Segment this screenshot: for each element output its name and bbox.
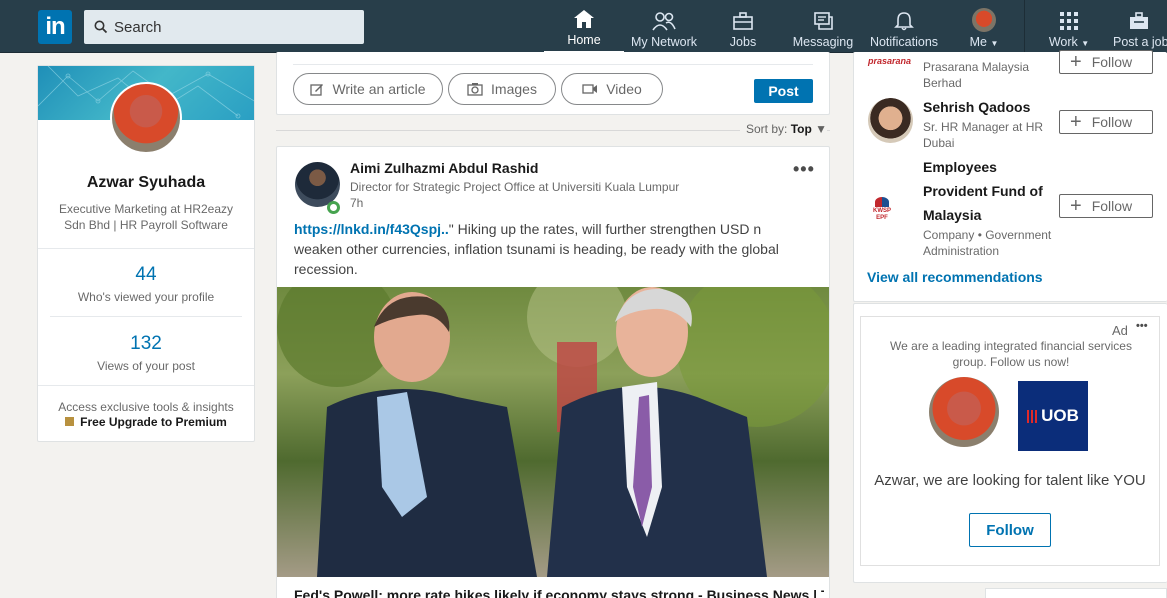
nav-jobs-label: Jobs — [729, 35, 757, 49]
nav-my-network-label: My Network — [631, 35, 697, 49]
nav-divider — [1024, 0, 1025, 53]
nav-home-label: Home — [567, 33, 601, 47]
follow-button[interactable]: + Follow — [1059, 110, 1153, 134]
search-bar[interactable] — [84, 10, 364, 44]
ad-options-icon[interactable]: ••• — [1136, 320, 1148, 332]
post-views-label[interactable]: Views of your post — [38, 359, 254, 373]
nav-notifications[interactable]: Notifications — [868, 0, 940, 53]
divider — [38, 385, 254, 386]
sort-control[interactable]: Sort by: Top ▼ — [740, 122, 828, 136]
profile-card: Azwar Syuhada Executive Marketing at HR2… — [37, 65, 255, 442]
chevron-down-icon: ▼ — [990, 39, 999, 48]
nav-me-label: Me ▼ — [969, 35, 999, 49]
people-icon — [652, 12, 676, 31]
post-text: https://lnkd.in/f43Qspj.." Hiking up the… — [294, 221, 779, 277]
video-icon — [582, 84, 598, 94]
post-link[interactable]: https://lnkd.in/f43Qspj.. — [294, 221, 449, 237]
nav-post-job[interactable]: Post a job — [1108, 0, 1167, 53]
me-avatar — [972, 8, 996, 32]
article-title[interactable]: Fed's Powell: more rate hikes likely if … — [294, 587, 824, 598]
search-input[interactable] — [114, 18, 354, 36]
home-icon — [574, 10, 594, 28]
images-button[interactable]: Images — [448, 73, 556, 105]
premium-icon — [65, 417, 75, 426]
bell-icon — [894, 12, 914, 31]
nav-work[interactable]: Work ▼ — [1044, 0, 1094, 53]
write-article-button[interactable]: Write an article — [293, 73, 443, 105]
post-time: 7h — [350, 196, 364, 210]
briefcase-icon — [733, 12, 753, 30]
profile-views-count[interactable]: 44 — [38, 264, 254, 286]
kwsp-emblem-icon — [875, 197, 889, 207]
post-image[interactable] — [277, 287, 829, 577]
rec-subtitle: Company • Government Administration — [923, 228, 1052, 258]
pencil-icon — [310, 84, 324, 96]
ad-follow-button[interactable]: Follow — [969, 513, 1051, 547]
nav-home[interactable]: Home — [544, 0, 624, 53]
ad-label: Ad — [1112, 323, 1128, 338]
post-job-icon — [1130, 12, 1148, 29]
plus-icon: + — [1070, 51, 1082, 73]
feed-post: Aimi Zulhazmi Abdul Rashid Director for … — [276, 146, 830, 598]
ad-card: Ad ••• We are a leading integrated finan… — [853, 303, 1167, 583]
plus-icon: + — [1070, 195, 1082, 217]
nav-post-job-label: Post a job — [1113, 35, 1167, 49]
follow-button[interactable]: + Follow — [1059, 50, 1153, 74]
bottom-card-edge — [985, 588, 1167, 598]
post-views-count[interactable]: 132 — [38, 333, 254, 355]
caret-down-icon: ▼ — [815, 122, 828, 136]
follow-button[interactable]: + Follow — [1059, 194, 1153, 218]
profile-headline: Executive Marketing at HR2eazy Sdn Bhd |… — [58, 202, 234, 232]
more-options-icon[interactable]: ••• — [793, 159, 815, 180]
camera-icon — [467, 83, 483, 96]
nav-notifications-label: Notifications — [869, 35, 939, 49]
plus-icon: + — [1070, 111, 1082, 133]
view-all-recommendations-link[interactable]: View all recommendations — [867, 269, 1043, 285]
grid-icon — [1060, 12, 1078, 30]
divider — [293, 64, 813, 65]
profile-views-label[interactable]: Who's viewed your profile — [38, 290, 254, 304]
nav-jobs[interactable]: Jobs — [718, 0, 768, 53]
premium-text: Access exclusive tools & insights — [58, 400, 234, 414]
nav-my-network[interactable]: My Network — [628, 0, 700, 53]
author-title: Director for Strategic Project Office at… — [350, 180, 680, 194]
nav-work-label: Work ▼ — [1048, 35, 1090, 49]
nav-messaging[interactable]: Messaging — [792, 0, 854, 53]
ad-frame: Ad ••• We are a leading integrated finan… — [860, 316, 1160, 566]
uob-emblem-icon — [1027, 409, 1039, 423]
chevron-down-icon: ▼ — [1081, 39, 1090, 48]
search-icon — [94, 20, 108, 34]
video-button[interactable]: Video — [561, 73, 663, 105]
online-status-icon — [327, 201, 340, 214]
divider — [38, 248, 254, 249]
news-photo — [277, 287, 829, 577]
premium-link[interactable]: Free Upgrade to Premium — [38, 415, 254, 429]
rec-name[interactable]: Sehrish Qadoos — [923, 95, 1030, 119]
linkedin-logo[interactable]: in — [38, 10, 72, 44]
ad-tagline: We are a leading integrated financial se… — [890, 339, 1132, 369]
company-logo: prasarana — [868, 56, 912, 66]
profile-name[interactable]: Azwar Syuhada — [38, 174, 254, 192]
rec-name[interactable]: Employees Provident Fund of Malaysia — [923, 155, 1058, 227]
author-name[interactable]: Aimi Zulhazmi Abdul Rashid — [350, 160, 539, 176]
rec-subtitle: Prasarana Malaysia Berhad — [923, 60, 1030, 90]
profile-avatar[interactable] — [110, 82, 182, 154]
top-nav: in Home My Network Jobs Messaging Notifi… — [0, 0, 1167, 53]
share-box: Write an article Images Video Post — [276, 52, 830, 115]
messaging-icon — [814, 12, 833, 30]
rec-subtitle: Sr. HR Manager at HR Dubai — [923, 120, 1044, 150]
divider — [50, 316, 242, 317]
recommendations-card: prasarana Prasarana Malaysia Berhad + Fol… — [853, 50, 1167, 302]
nav-messaging-label: Messaging — [792, 35, 854, 49]
ad-user-avatar — [929, 377, 999, 447]
rec-avatar[interactable] — [868, 98, 913, 143]
uob-logo[interactable]: UOB — [1018, 381, 1088, 451]
ad-headline: Azwar, we are looking for talent like YO… — [874, 472, 1146, 489]
company-logo: KWSP EPF — [868, 197, 896, 222]
post-button[interactable]: Post — [754, 79, 813, 103]
nav-me[interactable]: Me ▼ — [962, 0, 1006, 53]
